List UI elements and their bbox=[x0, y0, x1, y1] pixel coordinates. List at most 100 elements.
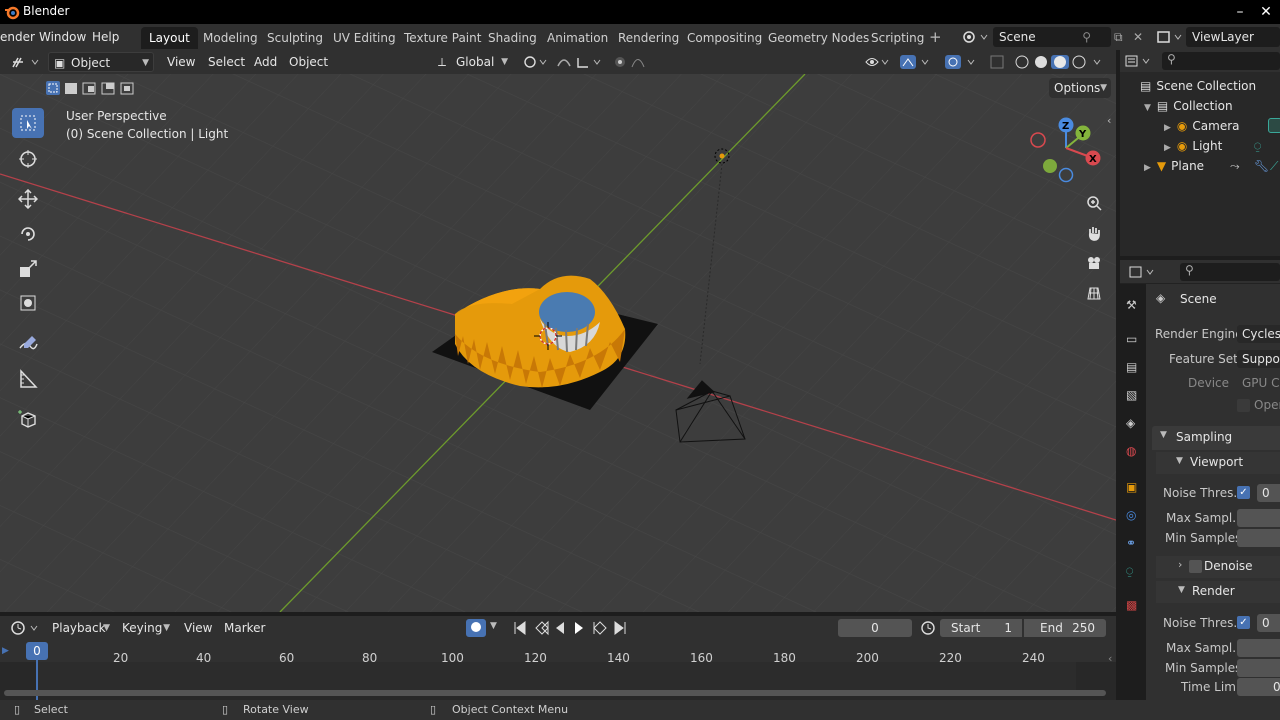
cursor-tool[interactable] bbox=[12, 144, 44, 174]
timeline-sidebar-toggle-icon[interactable]: ‹ bbox=[1108, 652, 1112, 665]
mesh-data-icon[interactable]: ⟋ bbox=[1270, 156, 1278, 176]
menu-render[interactable]: ender bbox=[0, 28, 35, 47]
view-layer-tab-icon[interactable]: ▧ bbox=[1126, 388, 1137, 402]
editor-type-icon[interactable] bbox=[10, 54, 42, 70]
menu-view[interactable]: View bbox=[167, 52, 195, 72]
expand-icon[interactable]: ▶ bbox=[1144, 163, 1151, 173]
noise-threshold-field[interactable]: 0 bbox=[1257, 484, 1280, 502]
pin-icon[interactable]: ⚲ bbox=[1082, 27, 1091, 47]
modifier-icon[interactable]: ⤳ bbox=[1230, 156, 1240, 176]
outliner-plane[interactable]: ▶ ▼ Plane ⤳ 🔧︎ ⟋ bbox=[1144, 156, 1278, 176]
outliner-collection[interactable]: ▼ ▤ Collection bbox=[1144, 96, 1233, 116]
close-window-button[interactable]: ✕ bbox=[1256, 2, 1276, 22]
timeline-area[interactable]: 0 ▶ 20 40 60 80 100 120 140 160 180 200 … bbox=[0, 640, 1116, 700]
outliner-editor-icon[interactable] bbox=[1124, 53, 1152, 69]
time-limit-field[interactable]: 0 bbox=[1237, 678, 1280, 696]
object-tab-icon[interactable]: ▣ bbox=[1126, 480, 1137, 494]
transform-orientation-dropdown[interactable]: ⟂ Global ▼ bbox=[434, 52, 512, 72]
expand-icon[interactable]: ▶ bbox=[1164, 143, 1171, 153]
scene-browse-icon[interactable] bbox=[962, 29, 990, 45]
add-cube-tool[interactable] bbox=[12, 404, 44, 434]
tab-compositing[interactable]: Compositing bbox=[679, 27, 770, 49]
properties-search-input[interactable]: ⚲ bbox=[1180, 263, 1280, 281]
start-frame-field[interactable]: Start 1 bbox=[940, 619, 1022, 637]
world-tab-icon[interactable]: ◍ bbox=[1126, 444, 1136, 458]
delete-scene-icon[interactable]: ✕ bbox=[1133, 28, 1143, 47]
tab-texture-paint[interactable]: Texture Paint bbox=[396, 27, 489, 49]
expand-icon[interactable]: ▼ bbox=[1144, 103, 1151, 113]
timeline-marker-menu[interactable]: Marker bbox=[224, 618, 265, 638]
tab-geometry-nodes[interactable]: Geometry Nodes bbox=[760, 27, 877, 49]
pan-hand-icon[interactable] bbox=[1082, 221, 1106, 245]
tab-modeling[interactable]: Modeling bbox=[195, 27, 266, 49]
max-samples-field[interactable] bbox=[1237, 509, 1280, 527]
options-dropdown[interactable]: Options ▼ bbox=[1049, 78, 1111, 98]
move-tool[interactable] bbox=[12, 184, 44, 214]
light-data-icon[interactable]: ⍜ bbox=[1254, 136, 1261, 156]
annotate-tool[interactable] bbox=[12, 329, 44, 359]
feature-set-dropdown[interactable]: Support bbox=[1237, 350, 1280, 368]
perspective-toggle-icon[interactable] bbox=[1082, 281, 1106, 305]
menu-help[interactable]: Help bbox=[92, 28, 119, 47]
min-samples-field[interactable] bbox=[1237, 529, 1280, 547]
render-noise-threshold-field[interactable]: 0 bbox=[1257, 614, 1280, 632]
render-max-samples-field[interactable] bbox=[1237, 639, 1280, 657]
zoom-icon[interactable] bbox=[1082, 191, 1106, 215]
navigation-gizmo[interactable]: Z Y X bbox=[1025, 114, 1110, 189]
object-data-tab-icon[interactable]: ⍜ bbox=[1126, 564, 1133, 579]
tab-animation[interactable]: Animation bbox=[539, 27, 616, 49]
timeline-scrollbar[interactable] bbox=[4, 690, 1106, 696]
menu-window[interactable]: Window bbox=[39, 28, 86, 47]
scene-tab-icon[interactable]: ◈ bbox=[1126, 416, 1135, 430]
physics-tab-icon[interactable]: ◎ bbox=[1126, 508, 1136, 522]
scene-name-field[interactable]: Scene ⚲ bbox=[993, 27, 1111, 47]
view-layer-icon[interactable] bbox=[1156, 29, 1184, 45]
playback-dropdown[interactable]: Playback ▼ bbox=[46, 618, 114, 638]
menu-add[interactable]: Add bbox=[254, 52, 277, 72]
constraints-tab-icon[interactable]: ⚭ bbox=[1126, 536, 1136, 550]
select-box-tool[interactable] bbox=[12, 108, 44, 138]
tab-rendering[interactable]: Rendering bbox=[610, 27, 687, 49]
end-frame-field[interactable]: End 250 bbox=[1024, 619, 1106, 637]
outliner-scene-collection[interactable]: ▤ Scene Collection bbox=[1140, 76, 1256, 96]
tab-shading[interactable]: Shading bbox=[480, 27, 545, 49]
tab-sculpting[interactable]: Sculpting bbox=[259, 27, 331, 49]
timeline-view-menu[interactable]: View bbox=[184, 618, 212, 638]
menu-select[interactable]: Select bbox=[208, 52, 245, 72]
tab-uv-editing[interactable]: UV Editing bbox=[325, 27, 404, 49]
tool-tab-icon[interactable]: ⚒ bbox=[1126, 298, 1137, 312]
keying-dropdown[interactable]: Keying ▼ bbox=[116, 618, 174, 638]
outliner-camera[interactable]: ▶ ◉ Camera bbox=[1164, 116, 1280, 136]
outliner-light[interactable]: ▶ ◉ Light ⍜ bbox=[1164, 136, 1261, 156]
object-mode-dropdown[interactable]: ▣ Object Mode ▼ bbox=[48, 52, 154, 90]
playback-controls[interactable] bbox=[512, 620, 630, 636]
denoise-checkbox[interactable] bbox=[1189, 560, 1202, 573]
render-noise-threshold-checkbox[interactable]: ✓ bbox=[1237, 616, 1250, 629]
output-tab-icon[interactable]: ▤ bbox=[1126, 360, 1137, 374]
playhead[interactable]: 0 bbox=[26, 642, 48, 660]
auto-keying-button[interactable] bbox=[466, 619, 486, 637]
selection-mode-buttons[interactable] bbox=[44, 80, 140, 96]
measure-tool[interactable] bbox=[12, 364, 44, 394]
tab-layout[interactable]: Layout bbox=[141, 27, 198, 49]
clock-icon[interactable] bbox=[920, 620, 936, 636]
render-subpanel-header[interactable]: ▼ Render bbox=[1156, 581, 1280, 603]
render-min-samples-field[interactable] bbox=[1237, 659, 1280, 677]
wrench-icon[interactable]: 🔧︎ bbox=[1254, 156, 1269, 176]
device-dropdown[interactable]: GPU Co bbox=[1237, 374, 1280, 392]
3d-viewport[interactable]: User Perspective (0) Scene Collection | … bbox=[0, 74, 1116, 612]
camera-data-icon[interactable] bbox=[1268, 118, 1280, 133]
viewport-shading-controls[interactable] bbox=[862, 54, 1112, 70]
viewport-subpanel-header[interactable]: ▼ Viewport bbox=[1156, 452, 1280, 474]
expand-icon[interactable]: ▶ bbox=[1164, 123, 1171, 133]
outliner-search-input[interactable]: ⚲ bbox=[1162, 52, 1280, 70]
timeline-editor-icon[interactable] bbox=[10, 620, 40, 636]
texture-tab-icon[interactable]: ▩ bbox=[1126, 598, 1137, 612]
camera-view-icon[interactable] bbox=[1082, 251, 1106, 275]
tab-scripting[interactable]: Scripting bbox=[863, 27, 932, 49]
transform-tool[interactable] bbox=[12, 288, 44, 318]
view-layer-field[interactable]: ViewLayer bbox=[1186, 27, 1280, 47]
new-scene-icon[interactable]: ⧉ bbox=[1114, 28, 1123, 47]
render-tab-icon[interactable]: ▭ bbox=[1126, 332, 1137, 346]
noise-threshold-checkbox[interactable]: ✓ bbox=[1237, 486, 1250, 499]
